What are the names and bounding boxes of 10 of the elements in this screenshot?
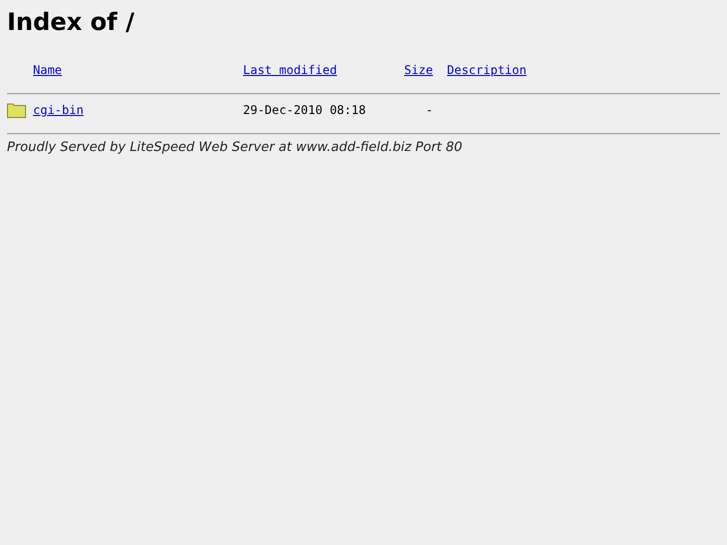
column-header-link[interactable]: Name	[33, 62, 62, 76]
folder-icon	[7, 102, 26, 118]
column-header-link[interactable]: Last modified	[243, 62, 337, 76]
page-title: Index of /	[7, 7, 136, 37]
column-header-link[interactable]: Size	[404, 62, 433, 76]
file-link[interactable]: cgi-bin	[33, 103, 84, 117]
server-footer: Proudly Served by LiteSpeed Web Server at www.add-field.biz Port 80	[7, 140, 720, 155]
file-size: -	[426, 103, 433, 117]
column-header-link[interactable]: Description	[447, 62, 526, 76]
modified-date: 29-Dec-2010 08:18	[243, 103, 367, 117]
